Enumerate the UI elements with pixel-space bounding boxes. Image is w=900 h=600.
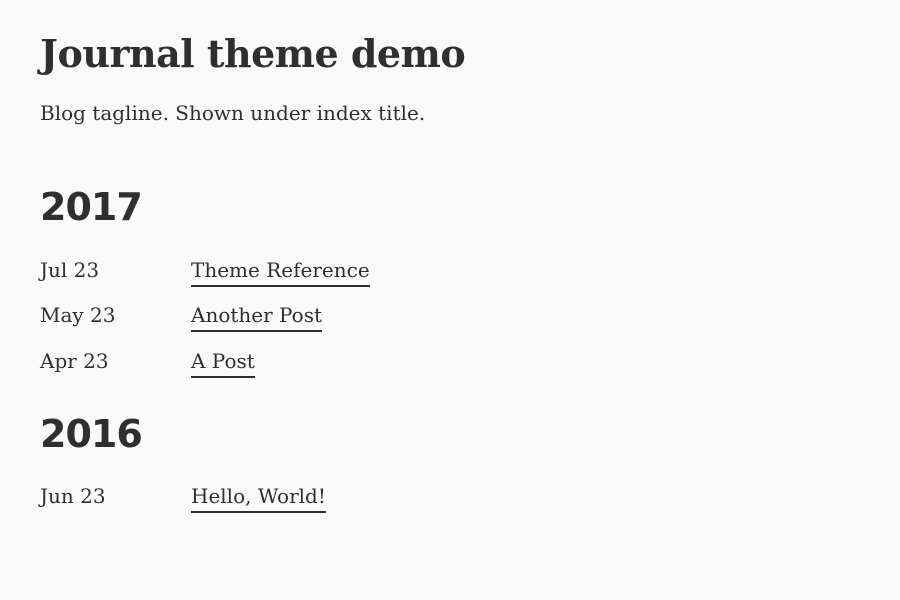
post-date: Jul 23 [40,258,100,282]
post-date: May 23 [40,303,116,327]
post-date: Jun 23 [40,484,106,508]
post-date: Apr 23 [40,349,109,373]
year-heading: 2016 [40,412,143,456]
post-link[interactable]: Theme Reference [191,255,370,287]
post-link[interactable]: Another Post [191,300,323,332]
post-list-item: Apr 23 A Post [40,346,640,380]
post-list-item: Jun 23 Hello, World! [40,481,640,515]
year-heading: 2017 [40,185,143,229]
site-tagline: Blog tagline. Shown under index title. [40,101,426,125]
site-title: Journal theme demo [40,31,466,76]
post-link[interactable]: A Post [191,346,255,378]
post-list-item: May 23 Another Post [40,300,640,334]
post-list-item: Jul 23 Theme Reference [40,255,640,289]
post-link[interactable]: Hello, World! [191,481,326,513]
